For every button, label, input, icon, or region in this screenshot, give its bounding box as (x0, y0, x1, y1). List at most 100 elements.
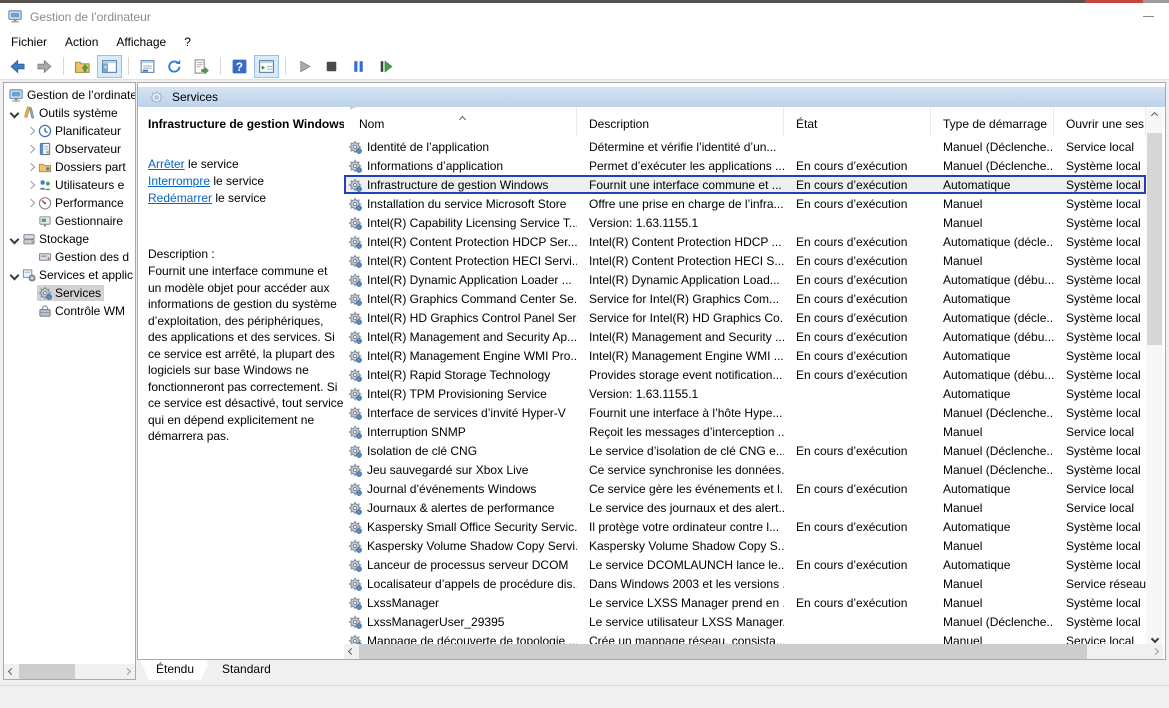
minimize-button[interactable] (1135, 5, 1161, 27)
restart-service-link[interactable]: Redémarrer (148, 191, 212, 205)
service-gear-icon (348, 425, 362, 439)
pause-service-link[interactable]: Interrompre (148, 174, 210, 188)
toolbar-pause-service-button[interactable] (346, 55, 371, 78)
sidebar-item-stockage[interactable]: Stockage (4, 230, 135, 248)
service-row[interactable]: Installation du service Microsoft StoreO… (344, 194, 1146, 213)
service-row[interactable]: Intel(R) Content Protection HECI Servi..… (344, 251, 1146, 270)
toolbar-export-list-button[interactable] (189, 55, 214, 78)
list-horizontal-scrollbar[interactable] (344, 644, 1163, 659)
collapsed-chevron-icon[interactable] (24, 164, 37, 170)
service-row[interactable]: Isolation de clé CNGLe service d’isolati… (344, 441, 1146, 460)
toolbar-up-one-level-button[interactable] (70, 55, 95, 78)
sidebar-item-services-applications[interactable]: Services et applic (4, 266, 135, 284)
menu-action[interactable]: Action (56, 32, 107, 52)
stop-service-link[interactable]: Arrêter (148, 157, 185, 171)
service-row[interactable]: Kaspersky Volume Shadow Copy Servi...Kas… (344, 536, 1146, 555)
column-header-description[interactable]: Description (577, 107, 784, 137)
column-header-type-demarrage[interactable]: Type de démarrage (931, 107, 1054, 137)
service-row[interactable]: LxssManagerUser_29395 Le service utilisat… (344, 612, 1146, 631)
service-row[interactable]: Interface de services d’invité Hyper-VFo… (344, 403, 1146, 422)
service-row[interactable]: Journaux & alertes de performanceLe serv… (344, 498, 1146, 517)
service-status-cell: En cours d’exécution (784, 292, 931, 306)
service-row[interactable]: Intel(R) Rapid Storage TechnologyProvide… (344, 365, 1146, 384)
list-vertical-scrollbar[interactable] (1146, 109, 1163, 644)
service-row[interactable]: Infrastructure de gestion WindowsFournit… (344, 175, 1146, 194)
sidebar-item-computer-management-root[interactable]: Gestion de l’ordinate (4, 86, 135, 104)
service-startup-type-cell: Manuel (Déclenche... (931, 406, 1054, 420)
menu-aide[interactable]: ? (175, 32, 200, 52)
extended-view-pane: Infrastructure de gestion Windows Arrête… (144, 107, 350, 659)
service-row[interactable]: Jeu sauvegardé sur Xbox LiveCe service s… (344, 460, 1146, 479)
expanded-chevron-icon[interactable] (8, 236, 21, 243)
column-header-nom[interactable]: Nom (344, 107, 577, 137)
sidebar-item-gestionnaire[interactable]: Gestionnaire (4, 212, 135, 230)
scroll-left-arrow-icon[interactable] (4, 664, 19, 679)
sidebar-item-controle-wmi[interactable]: Contrôle WM (4, 302, 135, 320)
column-header-session[interactable]: Ouvrir une ses (1054, 107, 1146, 137)
toolbar-refresh-button[interactable] (162, 55, 187, 78)
scroll-right-arrow-icon[interactable] (120, 664, 135, 679)
list-hscroll-thumb[interactable] (359, 644, 1087, 659)
service-row[interactable]: Intel(R) TPM Provisioning ServiceVersion… (344, 384, 1146, 403)
collapsed-chevron-icon[interactable] (24, 200, 37, 206)
service-name: LxssManagerUser_29395 (367, 615, 504, 629)
toolbar-show-action-pane-button[interactable] (254, 55, 279, 78)
expanded-chevron-icon[interactable] (8, 272, 21, 279)
menu-fichier[interactable]: Fichier (2, 32, 56, 52)
service-row[interactable]: Intel(R) Management and Security Ap...In… (344, 327, 1146, 346)
scroll-left-arrow-icon[interactable] (344, 644, 359, 659)
toolbar-forward-button[interactable] (32, 55, 57, 78)
collapsed-chevron-icon[interactable] (24, 146, 37, 152)
toolbar-start-service-button[interactable] (292, 55, 317, 78)
service-row[interactable]: Journal d’événements WindowsCe service g… (344, 479, 1146, 498)
toolbar-properties-button[interactable] (135, 55, 160, 78)
service-row[interactable]: Intel(R) Content Protection HDCP Ser...I… (344, 232, 1146, 251)
service-row[interactable]: Intel(R) HD Graphics Control Panel Ser..… (344, 308, 1146, 327)
service-startup-type-cell: Automatique (931, 178, 1054, 192)
service-row[interactable]: Localisateur d’appels de procédure dis..… (344, 574, 1146, 593)
list-vscroll-thumb[interactable] (1147, 133, 1162, 345)
collapsed-chevron-icon[interactable] (24, 128, 37, 134)
service-row[interactable]: LxssManagerLe service LXSS Manager prend… (344, 593, 1146, 612)
tab-standard[interactable]: Standard (206, 660, 287, 680)
sidebar-item-dossiers-partages[interactable]: Dossiers part (4, 158, 135, 176)
service-row[interactable]: Lanceur de processus serveur DCOMLe serv… (344, 555, 1146, 574)
toolbar-back-button[interactable] (5, 55, 30, 78)
toolbar-show-console-tree-button[interactable] (97, 55, 122, 78)
sidebar-item-observateur[interactable]: Observateur (4, 140, 135, 158)
service-row[interactable]: Intel(R) Dynamic Application Loader ...I… (344, 270, 1146, 289)
service-name-cell: Localisateur d’appels de procédure dis..… (344, 577, 577, 591)
expanded-chevron-icon[interactable] (8, 110, 21, 117)
service-row[interactable]: Kaspersky Small Office Security Servic..… (344, 517, 1146, 536)
tab-etendu[interactable]: Étendu (140, 660, 210, 680)
service-name: Intel(R) TPM Provisioning Service (367, 387, 547, 401)
service-row[interactable]: Informations d’applicationPermet d’exécu… (344, 156, 1146, 175)
service-row[interactable]: Identité de l’applicationDétermine et vé… (344, 137, 1146, 156)
menu-affichage[interactable]: Affichage (107, 32, 175, 52)
sidebar-item-services[interactable]: Services (4, 284, 135, 302)
toolbar-stop-service-button[interactable] (319, 55, 344, 78)
service-row[interactable]: Mappage de découverte de topologie ...Cr… (344, 631, 1146, 644)
toolbar-restart-service-button[interactable] (373, 55, 398, 78)
sidebar-item-outils-systeme[interactable]: Outils système (4, 104, 135, 122)
sidebar-item-utilisateurs[interactable]: Utilisateurs e (4, 176, 135, 194)
scroll-down-arrow-icon[interactable] (1146, 636, 1163, 642)
sidebar-item-performance[interactable]: Performance (4, 194, 135, 212)
tree-hscroll-thumb[interactable] (19, 664, 75, 679)
service-row[interactable]: Intel(R) Capability Licensing Service T.… (344, 213, 1146, 232)
scroll-up-arrow-icon[interactable] (1146, 113, 1163, 118)
sidebar-item-gestion-disques[interactable]: Gestion des d (4, 248, 135, 266)
column-header-etat[interactable]: État (784, 107, 931, 137)
services-gear-icon (149, 90, 164, 105)
collapsed-chevron-icon[interactable] (24, 182, 37, 188)
service-gear-icon (348, 235, 362, 249)
service-row[interactable]: Intel(R) Graphics Command Center Se...Se… (344, 289, 1146, 308)
tree-horizontal-scrollbar[interactable] (4, 664, 135, 679)
scroll-right-arrow-icon[interactable] (1148, 644, 1163, 659)
sidebar-item-planificateur[interactable]: Planificateur (4, 122, 135, 140)
service-description-cell: Service for Intel(R) HD Graphics Co... (577, 311, 784, 325)
toolbar-help-button[interactable]: ? (227, 55, 252, 78)
service-description-cell: Le service utilisateur LXSS Manager... (577, 615, 784, 629)
service-row[interactable]: Intel(R) Management Engine WMI Pro...Int… (344, 346, 1146, 365)
service-row[interactable]: Interruption SNMPReçoit les messages d’i… (344, 422, 1146, 441)
